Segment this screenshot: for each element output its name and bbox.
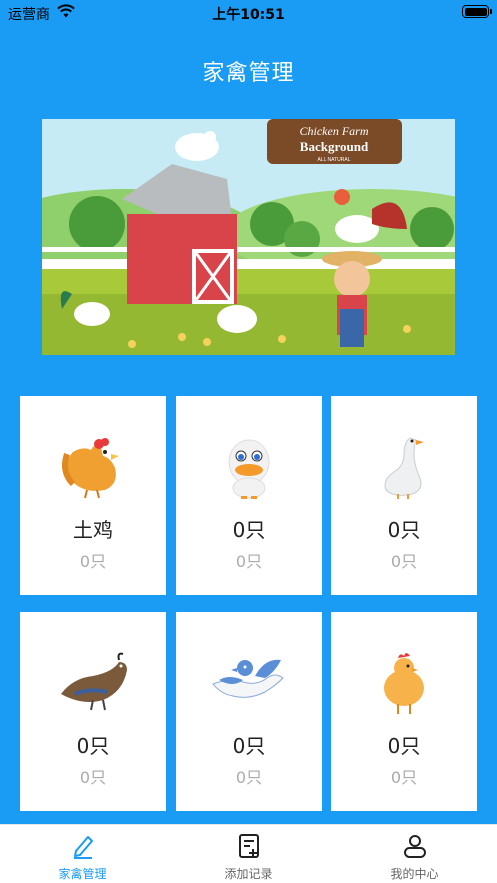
tab-add-record[interactable]: 添加记录 bbox=[166, 825, 331, 883]
poultry-card-goose[interactable]: 0只 0只 bbox=[331, 396, 477, 595]
card-title: 0只 bbox=[232, 734, 266, 758]
sign-line3: ALL NATURAL bbox=[317, 157, 350, 163]
card-count: 0只 bbox=[390, 552, 418, 571]
pencil-icon bbox=[74, 836, 93, 859]
poultry-card-duck[interactable]: 0只 0只 bbox=[176, 396, 322, 595]
sign-line2: Background bbox=[300, 139, 369, 154]
farm-banner-image: Chicken Farm Background ALL NATURAL bbox=[42, 119, 455, 355]
card-title: 0只 bbox=[387, 518, 421, 542]
page-title: 家禽管理 bbox=[202, 61, 295, 86]
user-icon bbox=[404, 835, 426, 858]
card-count: 0只 bbox=[79, 552, 107, 571]
hen-icon bbox=[62, 438, 119, 499]
clock: 上午10:51 bbox=[212, 7, 285, 23]
add-record-icon bbox=[239, 834, 259, 858]
quail-icon bbox=[61, 652, 127, 711]
card-title: 0只 bbox=[232, 518, 266, 542]
card-title: 0只 bbox=[387, 734, 421, 758]
card-count: 0只 bbox=[235, 768, 263, 787]
poultry-card-hen[interactable]: 土鸡 0只 bbox=[20, 396, 166, 595]
goose-icon bbox=[384, 437, 424, 499]
status-bar: 运营商 上午10:51 bbox=[0, 0, 497, 26]
card-count: 0只 bbox=[390, 768, 418, 787]
tab-poultry-management[interactable]: 家禽管理 bbox=[0, 825, 165, 883]
tab-label: 我的中心 bbox=[390, 867, 439, 881]
poultry-card-quail[interactable]: 0只 0只 bbox=[20, 612, 166, 811]
chicken-icon bbox=[384, 653, 424, 714]
card-title: 0只 bbox=[76, 734, 110, 758]
tab-label: 家禽管理 bbox=[58, 867, 107, 881]
battery-icon bbox=[462, 5, 492, 18]
tab-label: 添加记录 bbox=[224, 867, 273, 881]
card-title: 土鸡 bbox=[73, 518, 113, 542]
tab-my-center[interactable]: 我的中心 bbox=[332, 825, 497, 883]
poultry-card-chicken[interactable]: 0只 0只 bbox=[331, 612, 477, 811]
poultry-card-pigeon[interactable]: 0只 0只 bbox=[176, 612, 322, 811]
pigeon-icon bbox=[212, 659, 284, 698]
card-count: 0只 bbox=[235, 552, 263, 571]
sign-line1: Chicken Farm bbox=[300, 124, 369, 138]
tab-bar: 家禽管理 添加记录 我的中心 bbox=[0, 824, 497, 883]
card-count: 0只 bbox=[79, 768, 107, 787]
duck-icon bbox=[228, 439, 270, 499]
